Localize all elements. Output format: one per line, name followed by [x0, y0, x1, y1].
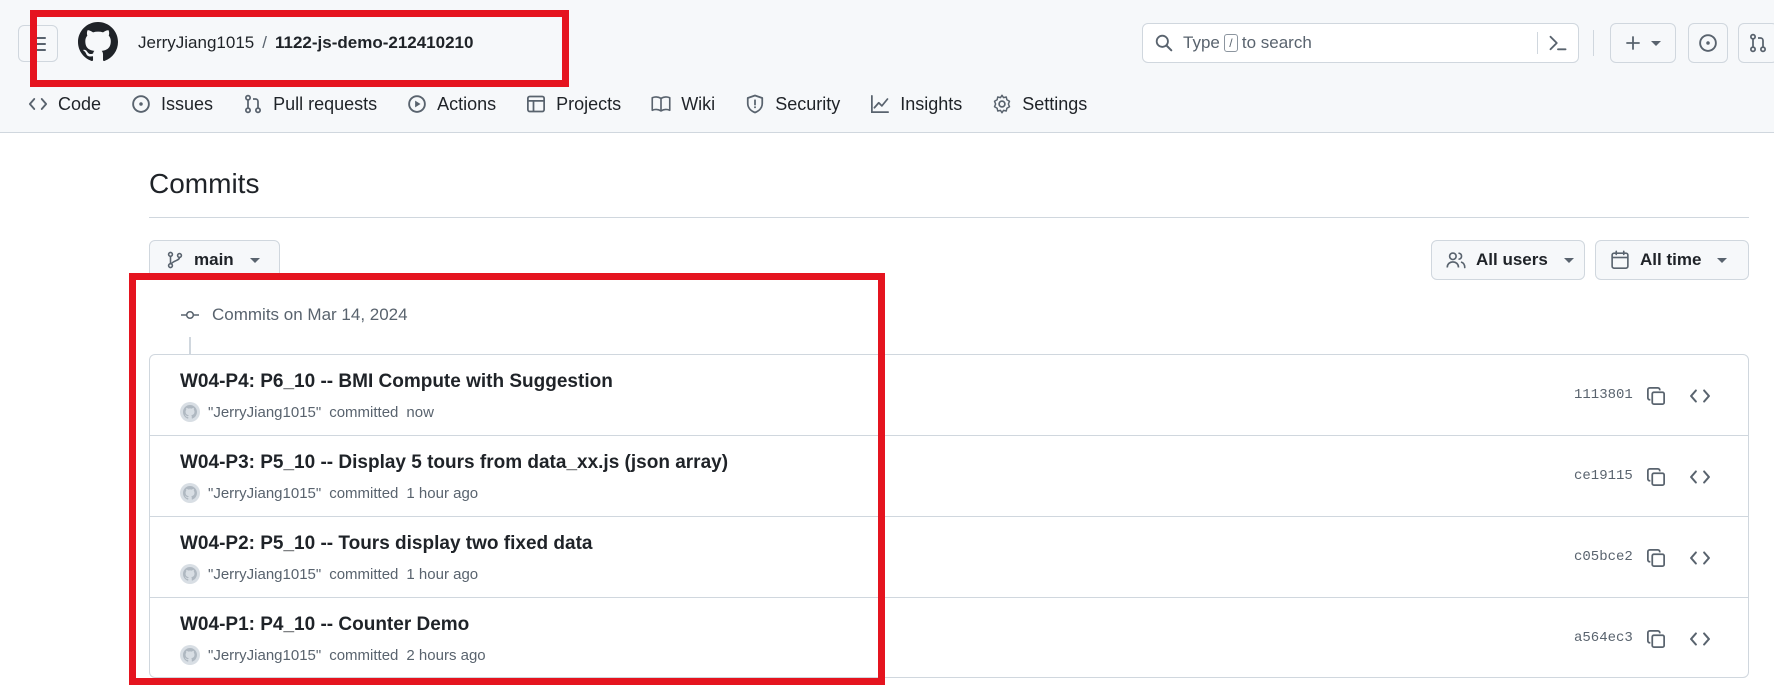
tab-issues[interactable]: Issues: [131, 94, 213, 115]
commit-sha-link[interactable]: c05bce2: [1574, 549, 1633, 565]
commit-sha-link[interactable]: ce19115: [1574, 468, 1633, 484]
chevron-down-icon: [1563, 257, 1574, 263]
commit-sha-link[interactable]: 1113801: [1574, 387, 1633, 403]
plus-icon: [1626, 36, 1640, 50]
header-divider: [1593, 30, 1594, 56]
time-filter-button[interactable]: All time: [1595, 240, 1749, 280]
highlight-box-commits: [129, 273, 885, 685]
browse-repo-button[interactable]: [1687, 545, 1713, 571]
tab-label: Settings: [1022, 93, 1088, 114]
calendar-icon: [1611, 250, 1629, 269]
tab-label: Wiki: [681, 93, 716, 114]
code-icon: [1690, 632, 1710, 646]
tab-label: Actions: [437, 93, 497, 114]
search-input[interactable]: Type / to search: [1142, 23, 1579, 63]
chevron-down-icon: [1717, 257, 1728, 263]
git-pull-request-icon: [1749, 33, 1767, 53]
browse-repo-button[interactable]: [1687, 383, 1713, 409]
tab-security[interactable]: Security: [745, 94, 840, 115]
tab-settings[interactable]: Settings: [992, 94, 1087, 115]
title-divider: [149, 217, 1749, 218]
tab-label: Code: [58, 93, 102, 114]
shield-icon: [747, 94, 764, 114]
git-branch-icon: [167, 251, 183, 269]
issue-opened-icon: [1699, 34, 1717, 52]
chevron-down-icon: [1651, 40, 1661, 46]
pull-requests-button[interactable]: [1738, 23, 1774, 63]
commit-sha-link[interactable]: a564ec3: [1574, 630, 1633, 646]
graph-icon: [871, 95, 890, 113]
branch-name: main: [194, 250, 234, 269]
play-icon: [408, 95, 426, 113]
tab-actions[interactable]: Actions: [407, 94, 496, 115]
copy-sha-button[interactable]: [1643, 626, 1669, 652]
command-palette-icon[interactable]: [1548, 33, 1568, 53]
gear-icon: [994, 94, 1011, 114]
browse-repo-button[interactable]: [1687, 626, 1713, 652]
copy-icon: [1647, 468, 1665, 486]
code-icon: [1690, 551, 1710, 565]
search-placeholder-prefix: Type: [1183, 33, 1220, 52]
copy-sha-button[interactable]: [1643, 383, 1669, 409]
code-icon: [1690, 470, 1710, 484]
tab-projects[interactable]: Projects: [526, 94, 621, 115]
tab-pull-requests[interactable]: Pull requests: [243, 94, 377, 115]
browse-repo-button[interactable]: [1687, 464, 1713, 490]
tab-label: Security: [775, 93, 841, 114]
tab-wiki[interactable]: Wiki: [651, 94, 715, 115]
tab-code[interactable]: Code: [28, 94, 101, 115]
page-title: Commits: [149, 168, 260, 199]
table-icon: [527, 95, 546, 113]
copy-sha-button[interactable]: [1643, 545, 1669, 571]
tab-label: Pull requests: [273, 93, 378, 114]
time-filter-label: All time: [1640, 250, 1702, 269]
users-filter-button[interactable]: All users: [1431, 240, 1585, 280]
issues-button[interactable]: [1688, 23, 1728, 63]
copy-sha-button[interactable]: [1643, 464, 1669, 490]
search-icon: [1155, 34, 1173, 52]
repo-tabs: Code Issues Pull requests Actions Projec…: [0, 84, 1117, 124]
users-filter-label: All users: [1476, 250, 1548, 269]
code-icon: [28, 98, 48, 110]
issue-icon: [132, 95, 150, 113]
tab-label: Issues: [161, 93, 214, 114]
code-icon: [1690, 389, 1710, 403]
chevron-down-icon: [249, 257, 260, 263]
search-divider: [1537, 32, 1538, 54]
pull-request-icon: [245, 94, 262, 114]
tab-label: Projects: [556, 93, 622, 114]
highlight-box-repo: [30, 10, 569, 87]
people-icon: [1446, 252, 1466, 269]
tab-label: Insights: [900, 93, 963, 114]
book-icon: [651, 96, 671, 112]
search-shortcut-key: /: [1223, 34, 1238, 52]
tab-insights[interactable]: Insights: [870, 94, 962, 115]
copy-icon: [1647, 630, 1665, 648]
copy-icon: [1647, 549, 1665, 567]
search-placeholder: Type / to search: [1183, 33, 1312, 53]
search-placeholder-suffix: to search: [1241, 33, 1312, 52]
copy-icon: [1647, 387, 1665, 405]
create-new-button[interactable]: [1610, 23, 1676, 63]
